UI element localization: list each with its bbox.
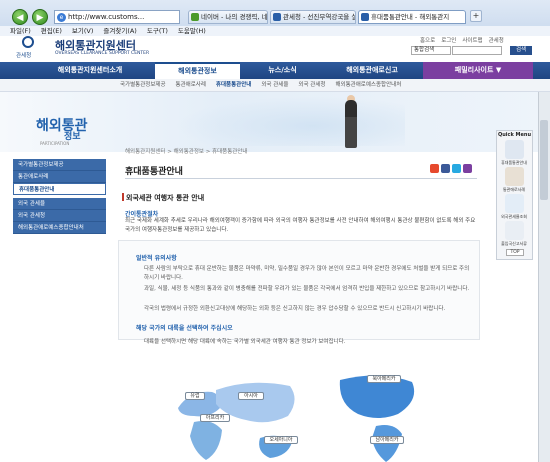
title-divider (125, 178, 477, 179)
nav-report[interactable]: 해외통관애로신고 (322, 62, 422, 79)
menu-help[interactable]: 도움말(H) (178, 27, 206, 35)
region-europe-button[interactable]: 유럽 (185, 392, 205, 400)
main-nav: 해외통관지원센터소개 해외통관정보 뉴스/소식 해외통관애로신고 패밀리사이트 … (0, 62, 550, 79)
sidebar-item-baggage[interactable]: 휴대품통관안내 (13, 183, 106, 195)
logo-text: 관세청 (16, 53, 32, 59)
util-home-link[interactable]: 홈으로 (420, 38, 435, 44)
quick-menu-title: Quick Menu (498, 132, 532, 138)
customs-favicon-icon (273, 13, 281, 21)
family-site-button[interactable]: 패밀리사이트 ▼ (423, 62, 533, 79)
sidebar-item-tariff[interactable]: 외국 관세율 (13, 198, 106, 210)
quick-cases-link[interactable]: 통관애로사례 (499, 187, 529, 192)
nav-center-intro[interactable]: 해외통관지원센터소개 (30, 62, 150, 79)
customs-logo-icon[interactable] (22, 36, 34, 48)
forward-icon[interactable]: ▶ (32, 9, 48, 25)
subnav-tariff[interactable]: 외국 관세율 (261, 82, 288, 88)
facebook-icon[interactable] (441, 164, 450, 173)
ie-icon: e (57, 13, 66, 22)
tab-customs[interactable]: 관세청 - 선진무역강국을 실 (270, 10, 356, 24)
notice-bullet: 각국의 법령에서 규정한 외환신고대상에 해당하는 외화 등은 신고하지 않는 … (144, 306, 446, 312)
sidebar-item-cases[interactable]: 통관애로사례 (13, 171, 106, 183)
back-icon[interactable]: ◀ (12, 9, 28, 25)
sidebar-item-country-info[interactable]: 국가별통관정보제공 (13, 159, 106, 171)
sidebar-title-en: PARTICIPATION (40, 141, 70, 146)
util-login-link[interactable]: 로그인 (441, 38, 456, 44)
world-map (178, 375, 415, 462)
subnav-guide[interactable]: 해외통관애로예스종합안내처 (335, 82, 401, 88)
section-marker (122, 193, 124, 201)
utility-links: 홈으로 로그인 사이트맵 관세청 (420, 36, 510, 44)
page-title: 휴대품통관안내 (125, 167, 183, 177)
notice-heading: 일반적 유의사항 (136, 255, 177, 262)
menu-favorites[interactable]: 즐겨찾기(A) (103, 27, 136, 35)
scrollbar-thumb[interactable] (540, 120, 548, 200)
top-button[interactable]: TOP (506, 249, 524, 256)
select-continent-title: 해당 국가의 대륙을 선택하여 주십시오 (136, 325, 233, 332)
region-south-america-button[interactable]: 남아메리카 (370, 436, 404, 444)
baggage-icon[interactable] (505, 140, 524, 159)
share-icon[interactable] (463, 164, 472, 173)
nav-clearance-info[interactable]: 해외통관정보 (155, 62, 240, 79)
sidebar-item-customs[interactable]: 외국 관세청 (13, 210, 106, 222)
util-customs-link[interactable]: 관세청 (489, 38, 504, 44)
subnav-customs[interactable]: 외국 관세청 (298, 82, 325, 88)
address-text: http://www.customs... (68, 13, 145, 21)
hero-person (345, 100, 357, 148)
menu-view[interactable]: 보기(V) (72, 27, 93, 35)
map-africa[interactable] (190, 421, 222, 460)
quick-tariff-link[interactable]: 외국관세율조회 (499, 214, 529, 219)
new-tab-button[interactable]: + (470, 10, 482, 22)
hero-sky (175, 96, 405, 146)
address-bar[interactable]: e http://www.customs... (54, 10, 180, 24)
notice-bullet: 다른 사람의 부탁으로 휴대 운반하는 물품은 마약류, 미약, 밀수품일 경우… (144, 266, 470, 281)
quick-baggage-link[interactable]: 휴대품통관안내 (499, 160, 529, 165)
notice-bullet: 과일, 식물, 세정 등 식품의 통과와 같이 병충해를 전파할 우려가 있는 … (144, 286, 470, 292)
region-north-america-button[interactable]: 북아메리카 (367, 375, 401, 383)
site-subtitle: OVERSEAS CLEARANCE SUPPORT CENTER (55, 51, 150, 56)
menu-edit[interactable]: 편집(E) (41, 27, 62, 35)
region-oceania-button[interactable]: 오세아니아 (264, 436, 298, 444)
tab-current[interactable]: 휴대품통관안내 - 해외통관지 (358, 10, 466, 24)
twitter-icon[interactable] (452, 164, 461, 173)
sub-nav: 국가별통관정보제공 통관애로사례 휴대품통관안내 외국 관세율 외국 관세청 해외통관애로… (0, 79, 550, 92)
nav-news[interactable]: 뉴스/소식 (245, 62, 320, 79)
subnav-cases[interactable]: 통관애로사례 (176, 82, 206, 88)
print-icon[interactable] (430, 164, 439, 173)
cases-icon[interactable] (505, 167, 524, 186)
tariff-icon[interactable] (505, 194, 524, 213)
region-asia-button[interactable]: 아시아 (238, 392, 264, 400)
search-input[interactable] (452, 46, 502, 55)
region-africa-button[interactable]: 아프리카 (200, 414, 230, 422)
quick-immigration-link[interactable]: 출입국신고서류 (499, 241, 529, 246)
menu-bar: 파일(F) 편집(E) 보기(V) 즐겨찾기(A) 도구(T) 도움말(H) (0, 26, 550, 36)
select-continent-desc: 대륙을 선택하시면 해당 대륙에 속하는 국가별 외국세관 여행자 통관 정보가… (144, 339, 346, 345)
sidebar-item-guide[interactable]: 해외통관애로예스종합안내처 (13, 222, 106, 234)
immigration-form-icon[interactable] (505, 221, 524, 240)
breadcrumb: 해외통관지원센터 > 해외통관정보 > 휴대품통관안내 (125, 149, 248, 155)
section-title: 외국세관 여행자 통관 안내 (126, 194, 205, 202)
menu-tools[interactable]: 도구(T) (147, 27, 168, 35)
search-button[interactable]: 검색 (510, 46, 532, 55)
subnav-baggage[interactable]: 휴대품통관안내 (216, 82, 251, 88)
subnav-country-info[interactable]: 국가별통관정보제공 (120, 82, 166, 88)
intro-text: 최근 국제화 세계화 추세로 우리나라 해외여행객이 증가함에 따라 외국의 여… (125, 218, 476, 233)
menu-file[interactable]: 파일(F) (10, 27, 31, 35)
util-sitemap-link[interactable]: 사이트맵 (462, 38, 482, 44)
customs-favicon-icon (361, 13, 369, 21)
search-select[interactable]: 통합검색 (411, 46, 451, 55)
naver-favicon-icon (191, 13, 199, 21)
tab-naver[interactable]: 네이버 - 나의 경쟁력, 네이버 (188, 10, 268, 24)
